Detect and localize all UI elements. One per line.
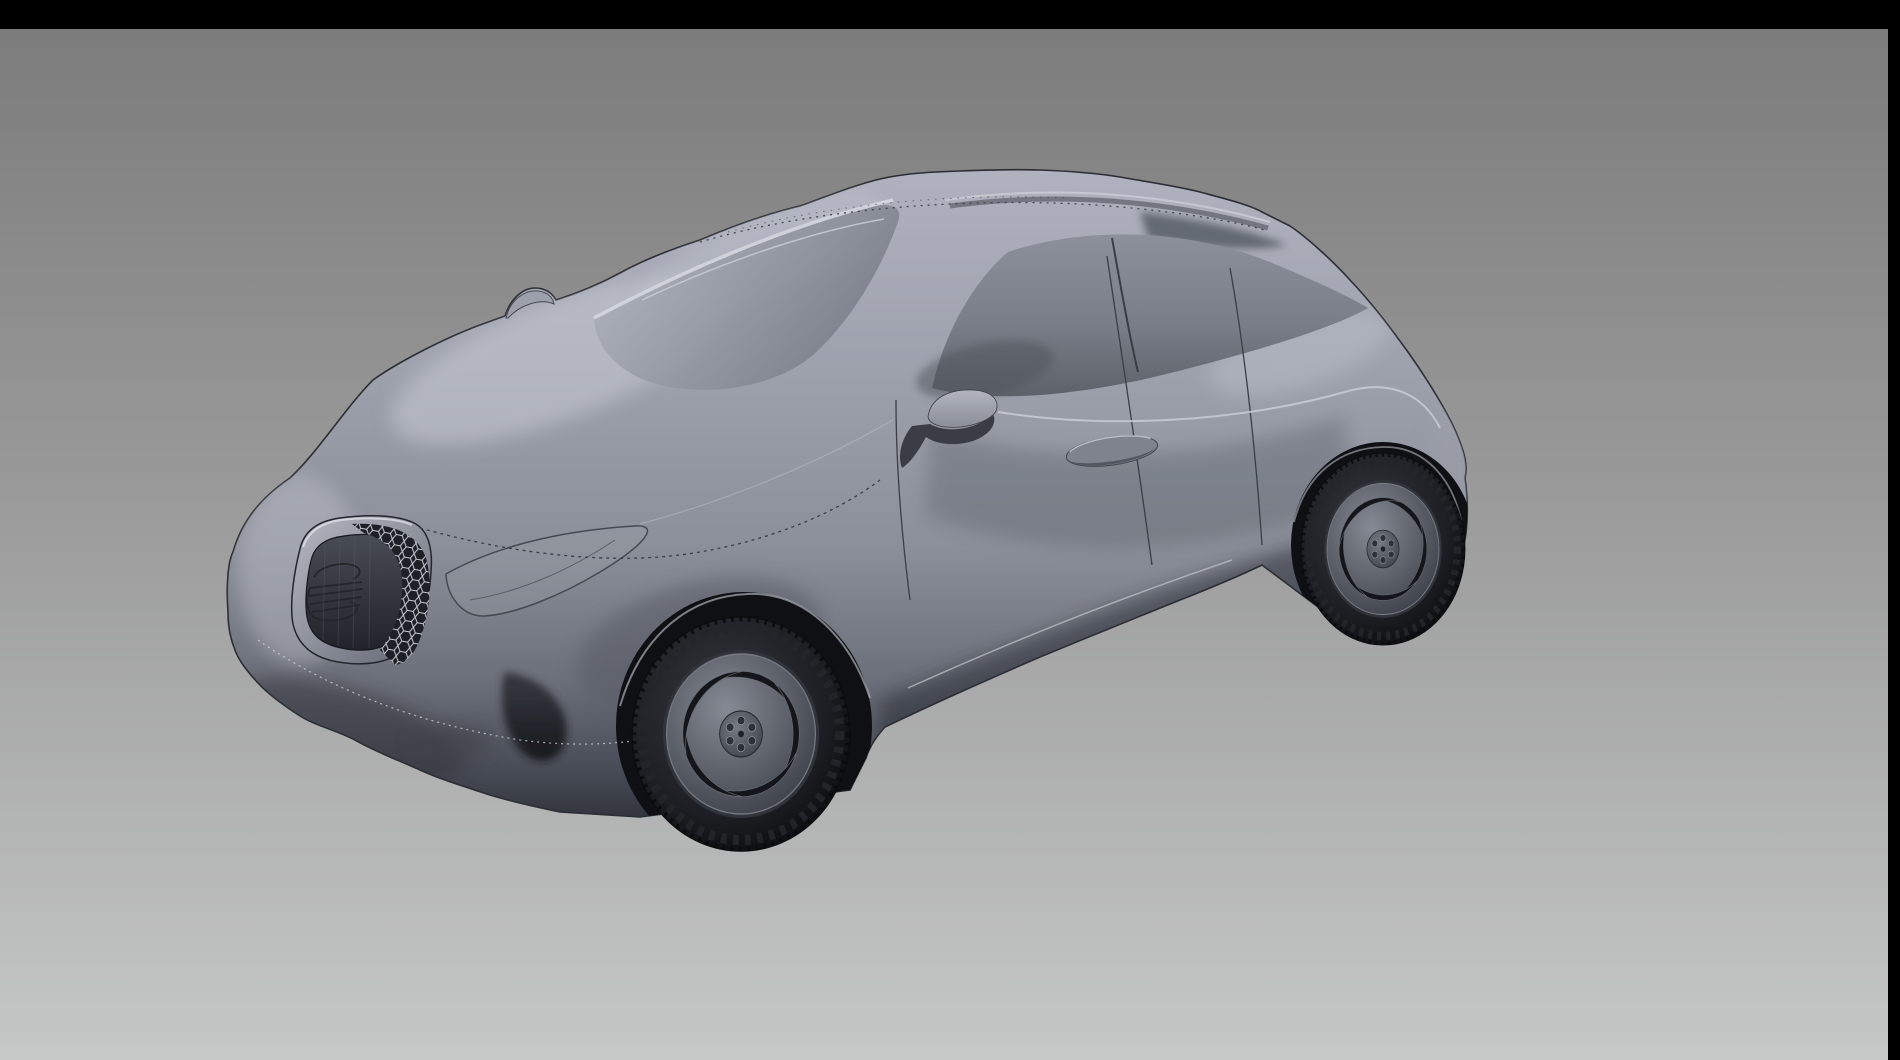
viewport-3d[interactable] [0, 29, 1888, 1060]
front-wheel [632, 617, 850, 851]
car-model[interactable] [0, 29, 1888, 1060]
front-grille [292, 516, 432, 665]
right-letterbox-bar [1888, 0, 1900, 1060]
top-letterbox-bar [0, 0, 1900, 29]
car-body [224, 165, 1478, 860]
rear-wheel [1301, 453, 1465, 645]
